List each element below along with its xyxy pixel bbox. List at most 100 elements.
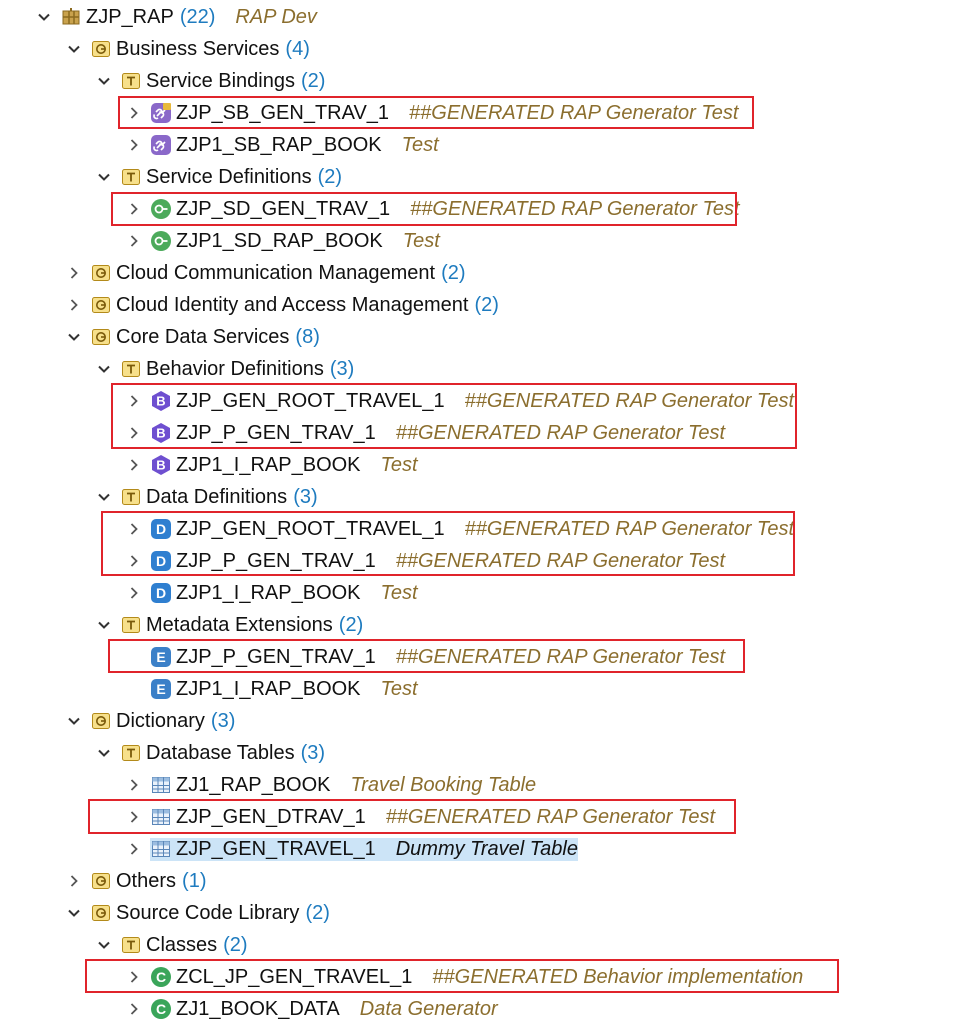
tree-node[interactable]: ZJP_RAP (22) RAP Dev [34, 1, 317, 33]
chevron-down-icon[interactable] [94, 69, 114, 93]
tree-node-label-group: Classes (2) [120, 934, 248, 957]
chevron-down-icon[interactable] [64, 709, 84, 733]
tree-node[interactable]: ZJP_GEN_TRAVEL_1 Dummy Travel Table [124, 833, 578, 865]
data-definition-icon: D [150, 582, 172, 604]
chevron-right-icon[interactable] [124, 805, 144, 829]
chevron-down-icon[interactable] [94, 165, 114, 189]
tree-node-count: (22) [179, 5, 216, 28]
chevron-down-icon[interactable] [64, 37, 84, 61]
tree-node[interactable]: Service Bindings (2) [94, 65, 325, 97]
chevron-down-icon[interactable] [64, 325, 84, 349]
tree-node-name: Cloud Communication Management [116, 261, 436, 284]
tree-node-name: ZJ1_BOOK_DATA [176, 997, 340, 1020]
tree-node[interactable]: ZJP1_SB_RAP_BOOK Test [124, 129, 439, 161]
tree-node[interactable]: Data Definitions (3) [94, 481, 318, 513]
tree-node[interactable]: Metadata Extensions (2) [94, 609, 363, 641]
tree-node-description: ##GENERATED RAP Generator Test [395, 645, 726, 668]
chevron-right-icon[interactable] [124, 453, 144, 477]
behavior-definition-icon: B [150, 454, 172, 476]
tree-node[interactable]: Behavior Definitions (3) [94, 353, 354, 385]
tree-node-label-group: Cloud Identity and Access Management (2) [90, 294, 499, 317]
tree-node[interactable]: E ZJP1_I_RAP_BOOK Test [124, 673, 418, 705]
tree-node[interactable]: ZJP_SD_GEN_TRAV_1 ##GENERATED RAP Generat… [124, 193, 740, 225]
group-folder-icon [90, 294, 112, 316]
chevron-right-icon[interactable] [124, 549, 144, 573]
tree-node-label-group: E ZJP1_I_RAP_BOOK Test [150, 678, 418, 701]
tree-node-count: (2) [317, 165, 343, 188]
chevron-right-icon[interactable] [124, 837, 144, 861]
chevron-right-icon[interactable] [124, 133, 144, 157]
tree-node[interactable]: B ZJP_GEN_ROOT_TRAVEL_1 ##GENERATED RAP Ge… [124, 385, 794, 417]
chevron-right-icon[interactable] [124, 997, 144, 1021]
tree-node-count: (8) [295, 325, 320, 348]
type-folder-icon [120, 70, 142, 92]
tree-node-label-group: Business Services (4) [90, 38, 310, 61]
tree-node-count: (4) [285, 37, 310, 60]
chevron-right-icon[interactable] [124, 421, 144, 445]
chevron-right-icon[interactable] [124, 965, 144, 989]
tree-node-count: (1) [182, 869, 207, 892]
chevron-right-icon[interactable] [124, 581, 144, 605]
tree-node-name: ZJP_P_GEN_TRAV_1 [176, 645, 376, 668]
chevron-right-icon[interactable] [124, 197, 144, 221]
tree-node-description: ##GENERATED RAP Generator Test [464, 517, 794, 540]
tree-node[interactable]: C ZJ1_BOOK_DATA Data Generator [124, 993, 498, 1025]
tree-node[interactable]: D ZJP1_I_RAP_BOOK Test [124, 577, 418, 609]
chevron-right-icon[interactable] [64, 869, 84, 893]
tree-node[interactable]: B ZJP1_I_RAP_BOOK Test [124, 449, 418, 481]
tree-node[interactable]: C ZCL_JP_GEN_TRAVEL_1 ##GENERATED Behavior… [124, 961, 803, 993]
type-folder-icon [120, 486, 142, 508]
chevron-down-icon[interactable] [34, 5, 54, 29]
tree-node[interactable]: E ZJP_P_GEN_TRAV_1 ##GENERATED RAP Generat… [124, 641, 725, 673]
group-folder-icon [90, 710, 112, 732]
tree-node[interactable]: Service Definitions (2) [94, 161, 342, 193]
svg-text:C: C [156, 1001, 166, 1017]
tree-node[interactable]: D ZJP_P_GEN_TRAV_1 ##GENERATED RAP Generat… [124, 545, 725, 577]
tree-node[interactable]: ZJP1_SD_RAP_BOOK Test [124, 225, 440, 257]
chevron-down-icon[interactable] [94, 613, 114, 637]
chevron-right-icon[interactable] [124, 101, 144, 125]
tree-node-description: ##GENERATED Behavior implementation [432, 965, 804, 988]
tree-node[interactable]: Cloud Communication Management (2) [64, 257, 466, 289]
tree-node-description: ##GENERATED RAP Generator Test [464, 389, 794, 412]
tree-node[interactable]: Others (1) [64, 865, 206, 897]
tree-node-name: ZJP_SB_GEN_TRAV_1 [176, 101, 390, 124]
tree-node-name: Business Services [116, 37, 280, 60]
chevron-right-icon[interactable] [64, 261, 84, 285]
tree-node[interactable]: Business Services (4) [64, 33, 310, 65]
tree-node[interactable]: ZJP_SB_GEN_TRAV_1 ##GENERATED RAP Generat… [124, 97, 738, 129]
chevron-right-icon[interactable] [124, 229, 144, 253]
tree-node-count: (3) [210, 709, 236, 732]
tree-node[interactable]: ZJ1_RAP_BOOK Travel Booking Table [124, 769, 536, 801]
chevron-down-icon[interactable] [94, 485, 114, 509]
tree-node[interactable]: B ZJP_P_GEN_TRAV_1 ##GENERATED RAP Generat… [124, 417, 725, 449]
tree-node-name: ZJP_P_GEN_TRAV_1 [176, 549, 376, 572]
service-definition-icon [150, 230, 172, 252]
tree-node[interactable]: Core Data Services (8) [64, 321, 320, 353]
tree-node-name: Behavior Definitions [146, 357, 324, 380]
tree-node-name: ZJP_GEN_TRAVEL_1 [176, 837, 376, 860]
chevron-down-icon[interactable] [64, 901, 84, 925]
group-folder-icon [90, 38, 112, 60]
chevron-right-icon[interactable] [124, 517, 144, 541]
chevron-right-icon[interactable] [124, 389, 144, 413]
tree-node[interactable]: Source Code Library (2) [64, 897, 330, 929]
type-folder-icon [120, 358, 142, 380]
chevron-right-icon[interactable] [124, 773, 144, 797]
tree-node[interactable]: Cloud Identity and Access Management (2) [64, 289, 499, 321]
tree-node[interactable]: Dictionary (3) [64, 705, 235, 737]
tree-node[interactable]: Classes (2) [94, 929, 248, 961]
type-folder-icon [120, 934, 142, 956]
chevron-right-icon[interactable] [64, 293, 84, 317]
tree-node[interactable]: D ZJP_GEN_ROOT_TRAVEL_1 ##GENERATED RAP Ge… [124, 513, 794, 545]
tree-node[interactable]: ZJP_GEN_DTRAV_1 ##GENERATED RAP Generator… [124, 801, 715, 833]
tree-node-label-group: B ZJP_GEN_ROOT_TRAVEL_1 ##GENERATED RAP Ge… [150, 390, 794, 413]
chevron-down-icon[interactable] [94, 933, 114, 957]
service-binding-locked-icon [150, 102, 172, 124]
chevron-down-icon[interactable] [94, 741, 114, 765]
chevron-down-icon[interactable] [94, 357, 114, 381]
database-table-icon [150, 806, 172, 828]
tree-node[interactable]: Database Tables (3) [94, 737, 325, 769]
tree-node-label-group: B ZJP1_I_RAP_BOOK Test [150, 454, 418, 477]
tree-node-label-group: Core Data Services (8) [90, 326, 320, 349]
